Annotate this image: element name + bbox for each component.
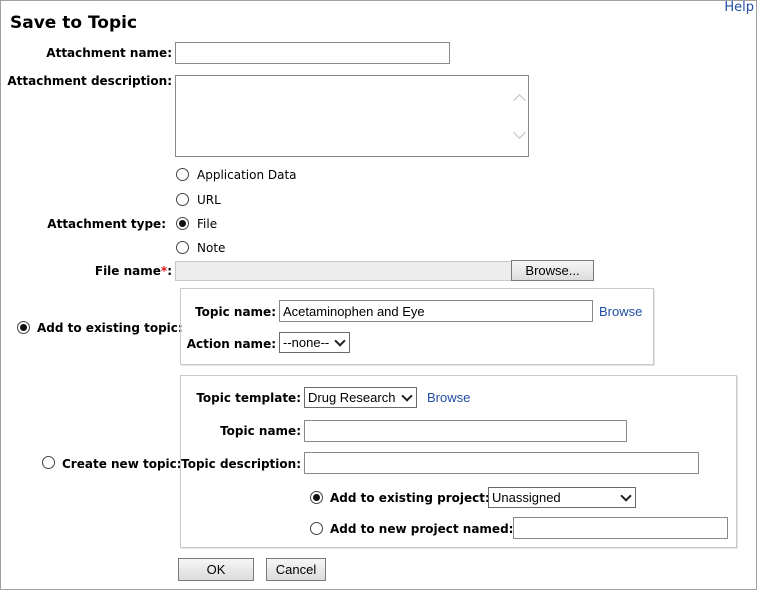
scroll-down-icon[interactable] [513,126,526,139]
existing-topic-radio[interactable] [17,321,30,334]
new-project-label: Add to new project named: [330,522,514,536]
chevron-down-icon [334,335,346,347]
attachment-description-label: Attachment description: [7,74,172,88]
type-note-radio[interactable] [176,241,189,254]
type-note-label: Note [197,241,226,255]
file-name-label: File name*: [20,264,172,278]
existing-topic-name-input[interactable] [279,300,593,322]
existing-project-select[interactable]: Unassigned [488,487,636,508]
attachment-name-input[interactable] [175,42,450,64]
new-topic-radio[interactable] [42,456,55,469]
type-application-data-label: Application Data [197,168,297,182]
new-project-input[interactable] [513,517,728,539]
type-url-radio[interactable] [176,193,189,206]
chevron-down-icon [401,390,413,402]
help-link[interactable]: Help [724,0,754,15]
file-name-text: File name [94,264,161,278]
file-name-input[interactable] [175,261,512,281]
existing-project-label: Add to existing project: [330,491,490,505]
type-url-label: URL [197,193,221,207]
existing-topic-browse-link[interactable]: Browse [599,304,642,319]
action-name-label: Action name: [186,337,276,351]
topic-template-value: Drug Research [308,390,396,405]
textarea-scrollbar[interactable] [511,76,528,156]
attachment-name-label: Attachment name: [46,46,172,60]
existing-topic-label: Add to existing topic: [37,321,183,335]
new-topic-description-label: Topic description: [181,457,301,471]
attachment-type-label: Attachment type: [47,217,166,231]
type-file-radio[interactable] [176,217,189,230]
new-project-radio[interactable] [310,522,323,535]
type-application-data-radio[interactable] [176,168,189,181]
existing-project-value: Unassigned [492,490,561,505]
action-name-value: --none-- [283,335,330,350]
chevron-down-icon [620,490,632,502]
new-topic-name-label: Topic name: [220,424,301,438]
cancel-button[interactable]: Cancel [266,558,326,581]
existing-project-radio[interactable] [310,491,323,504]
topic-template-label: Topic template: [196,391,301,405]
topic-template-browse-link[interactable]: Browse [427,390,470,405]
existing-topic-name-label: Topic name: [195,305,276,319]
scroll-up-icon[interactable] [513,94,526,107]
action-name-select[interactable]: --none-- [279,332,350,353]
page-title: Save to Topic [10,13,138,33]
file-name-colon: : [167,264,172,278]
file-browse-button[interactable]: Browse... [511,260,594,281]
new-topic-label: Create new topic: [62,457,182,471]
type-file-label: File [197,217,218,231]
attachment-description-textarea[interactable] [175,75,529,157]
new-topic-name-input[interactable] [304,420,627,442]
new-topic-description-input[interactable] [304,452,699,474]
ok-button[interactable]: OK [178,558,254,581]
topic-template-select[interactable]: Drug Research [304,387,417,408]
